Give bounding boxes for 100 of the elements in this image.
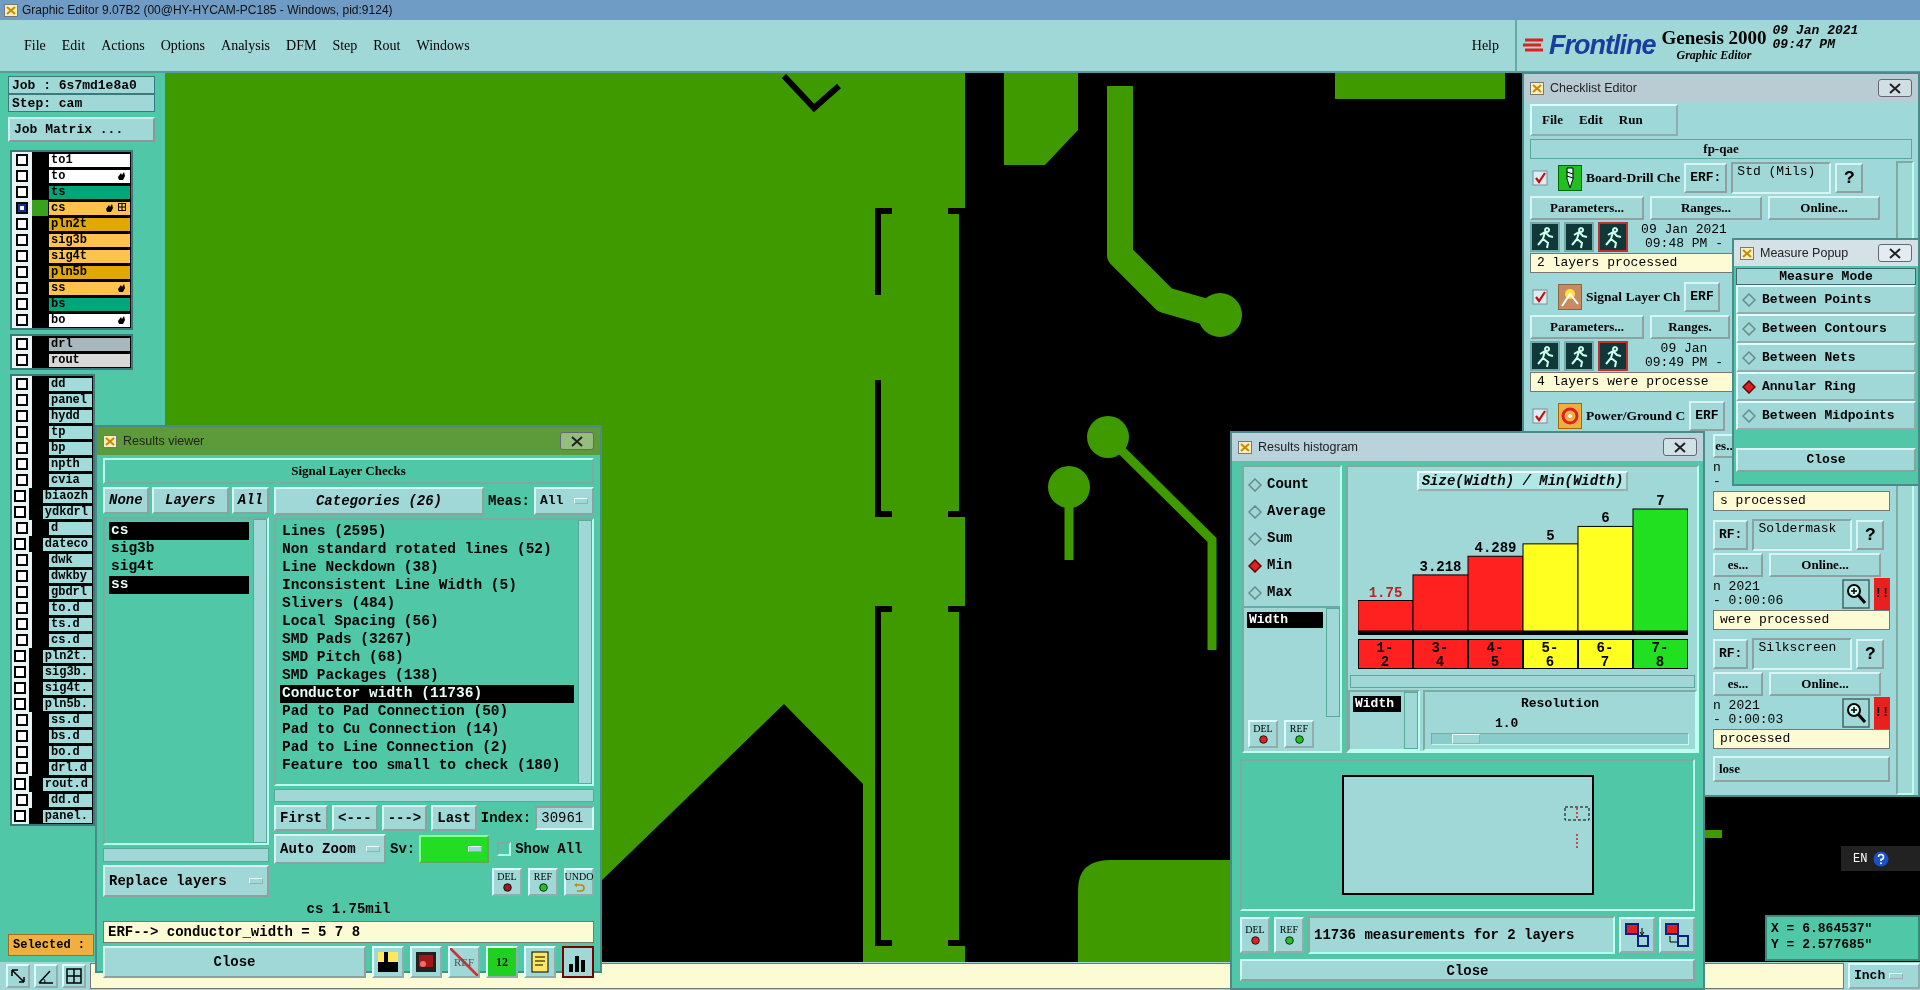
layer-item[interactable]: dwk (48, 552, 93, 568)
scrollbar[interactable] (253, 519, 267, 843)
runner-icon[interactable] (1530, 341, 1560, 371)
layer-item[interactable]: rout (48, 352, 131, 368)
checkbox-icon[interactable] (16, 314, 28, 326)
checkbox-icon[interactable] (16, 282, 28, 294)
checkbox-icon[interactable] (16, 586, 28, 598)
slider-thumb[interactable] (1452, 734, 1481, 745)
category-item[interactable]: SMD Pitch (68) (280, 649, 574, 667)
checkbox-icon[interactable] (1532, 170, 1548, 186)
layer-item[interactable]: cs (48, 200, 131, 216)
radio-option[interactable]: Max (1244, 579, 1340, 606)
layer-item[interactable]: bp (48, 440, 93, 456)
category-item[interactable]: Slivers (484) (280, 595, 574, 613)
checkbox-icon[interactable] (16, 218, 28, 230)
runner-icon[interactable] (1564, 341, 1594, 371)
delete-button[interactable]: DEL (1248, 720, 1278, 748)
close-button[interactable]: Close (1736, 448, 1916, 472)
zoom-icon[interactable] (1842, 698, 1870, 728)
scrollbar[interactable] (578, 520, 592, 784)
reference-button[interactable]: REF (1284, 720, 1314, 748)
close-button[interactable] (1878, 79, 1912, 97)
radio-icon[interactable] (1742, 321, 1756, 336)
layer-list-item[interactable]: cs (109, 522, 249, 540)
erf-button[interactable]: RF: (1713, 639, 1749, 669)
layer-item[interactable]: panel (48, 392, 93, 408)
layer-filter-button[interactable]: Layers (151, 487, 229, 514)
layer-item[interactable]: bo (48, 312, 131, 328)
radio-icon[interactable] (1248, 477, 1262, 492)
nav-button[interactable]: <--- (332, 805, 378, 832)
menu-item[interactable]: Edit (1578, 112, 1603, 128)
layer-item[interactable]: tp (48, 424, 93, 440)
category-item[interactable]: Line Neckdown (38) (280, 559, 574, 577)
checkbox-icon[interactable] (14, 650, 27, 662)
checkbox-icon[interactable] (16, 570, 28, 582)
layer-item[interactable]: sig4t. (41, 680, 93, 696)
layer-item[interactable]: sig3b. (41, 664, 93, 680)
menu-item[interactable]: Actions (101, 37, 145, 54)
undo-button[interactable]: UNDO (564, 868, 594, 897)
delete-button[interactable]: DEL (492, 868, 522, 897)
menu-item[interactable]: Rout (373, 37, 401, 54)
layer-item[interactable]: dateco (41, 536, 93, 552)
radio-option[interactable]: Between Contours (1736, 314, 1916, 343)
nav-button[interactable]: ---> (381, 805, 428, 832)
layer-item[interactable]: pln5b. (41, 696, 93, 712)
checkbox-icon[interactable] (1532, 289, 1548, 305)
runner-icon[interactable] (1530, 222, 1560, 252)
erf-field[interactable]: Silkscreen (1752, 638, 1853, 670)
close-button[interactable]: Close (1240, 959, 1695, 981)
layer-item[interactable]: drl (48, 336, 131, 352)
scrollbar[interactable] (1326, 608, 1340, 717)
scrollbar[interactable] (1350, 675, 1695, 689)
nav-button[interactable]: First (274, 805, 328, 832)
action-button[interactable]: Online... (1768, 196, 1880, 220)
zoom-icon[interactable] (1842, 579, 1870, 609)
layer-item[interactable]: bs.d (48, 728, 93, 744)
runner-icon[interactable] (1598, 341, 1628, 371)
radio-option[interactable]: Annular Ring (1736, 372, 1916, 401)
replace-layers-dropdown[interactable]: Replace layers (103, 865, 269, 897)
checkbox-icon[interactable] (16, 746, 28, 758)
resolution-slider[interactable] (1431, 733, 1689, 746)
action-button[interactable]: Ranges... (1650, 196, 1762, 220)
runner-icon[interactable] (1564, 222, 1594, 252)
checkbox-icon[interactable] (16, 602, 28, 614)
layer-list-item[interactable]: sig3b (109, 540, 249, 558)
tool-button[interactable]: 12 (486, 946, 518, 978)
help-button[interactable]: ? (1856, 639, 1885, 669)
layer-item[interactable]: biaozh (41, 488, 93, 504)
menu-item[interactable]: Edit (61, 37, 86, 54)
category-item[interactable]: SMD Pads (3267) (280, 631, 574, 649)
layer-list-item[interactable]: ss (109, 576, 249, 594)
layer-item[interactable]: ts.d (48, 616, 93, 632)
action-button[interactable]: Online... (1769, 553, 1881, 577)
menu-item[interactable]: Analysis (221, 37, 271, 54)
menu-item[interactable]: Step (332, 37, 358, 54)
action-button[interactable]: Parameters... (1530, 315, 1644, 339)
checkbox-icon[interactable] (16, 410, 28, 422)
checkbox-icon[interactable] (16, 338, 28, 350)
menu-item[interactable]: Run (1618, 112, 1643, 128)
reference-button[interactable]: REF (528, 868, 558, 897)
index-field[interactable]: 30961 (535, 806, 594, 831)
checkbox-icon[interactable] (16, 730, 28, 742)
checkbox-icon[interactable] (14, 810, 27, 822)
radio-icon[interactable] (1742, 350, 1756, 365)
radio-icon[interactable] (1742, 408, 1756, 423)
layer-item[interactable]: ydkdrl (41, 504, 93, 520)
checkbox-icon[interactable] (16, 554, 28, 566)
layer-item[interactable]: gbdrl (48, 584, 93, 600)
action-button[interactable]: es... (1713, 553, 1763, 577)
checkbox-icon[interactable] (16, 202, 28, 214)
field-list-item[interactable]: Width (1353, 696, 1401, 713)
show-all-checkbox[interactable]: Show All (497, 838, 583, 860)
layer-item[interactable]: to.d (48, 600, 93, 616)
checkbox-icon[interactable] (16, 458, 28, 470)
checkbox-icon[interactable] (16, 378, 28, 390)
radio-icon[interactable] (1248, 585, 1262, 600)
erf-field[interactable]: Soldermask (1752, 519, 1853, 551)
scrollbar[interactable] (274, 789, 594, 803)
layer-item[interactable]: rout.d (41, 776, 93, 792)
layer-item[interactable]: dd.d (48, 792, 93, 808)
